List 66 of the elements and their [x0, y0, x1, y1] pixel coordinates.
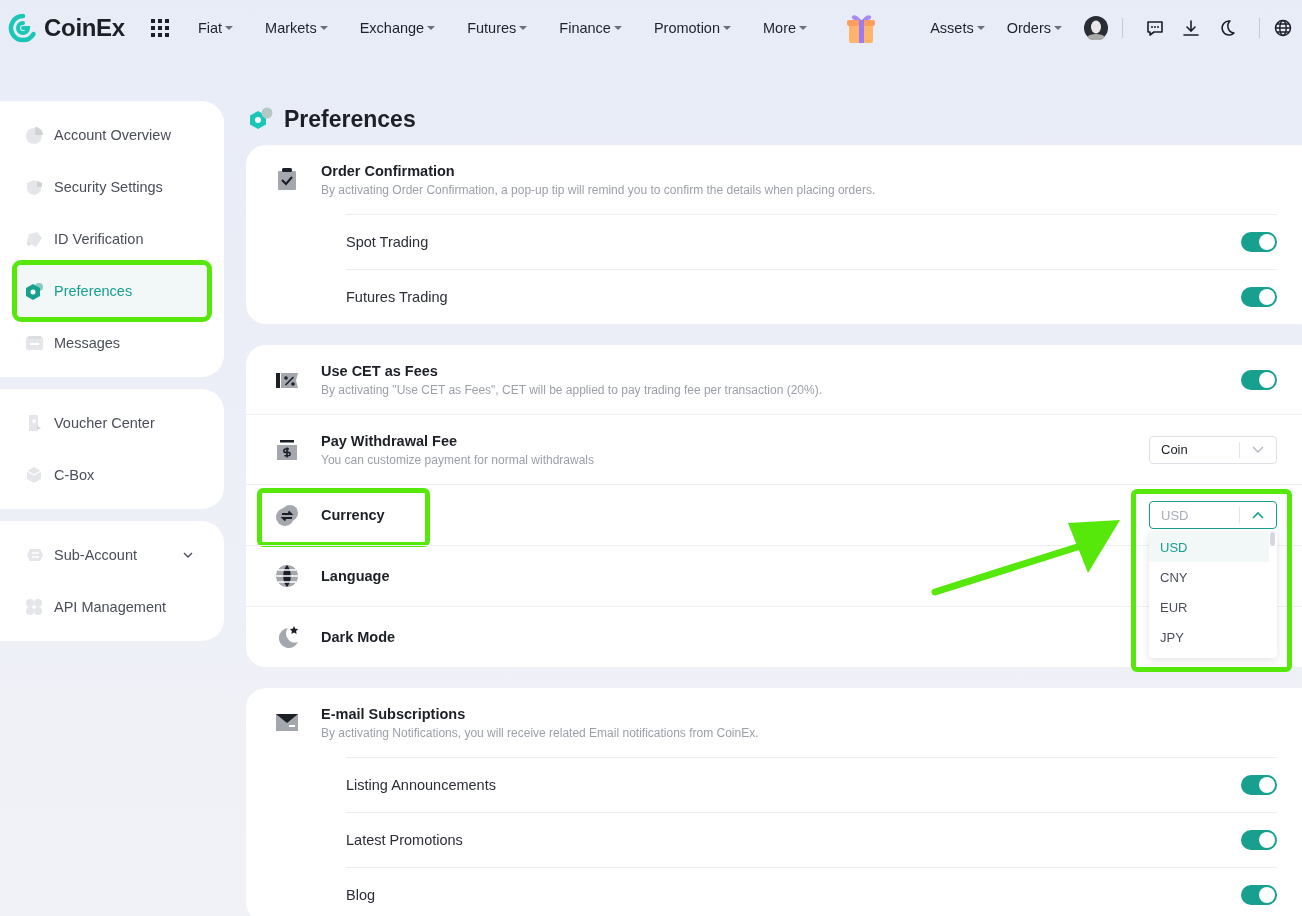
message-icon: [24, 333, 44, 353]
toggle-switch[interactable]: [1241, 830, 1277, 850]
setting-title: Dark Mode: [321, 628, 396, 647]
nav-menu[interactable]: Assets: [930, 20, 985, 36]
chat-icon[interactable]: [1146, 19, 1164, 37]
option-label: Futures Trading: [346, 289, 449, 305]
nav-menu[interactable]: Futures: [467, 20, 528, 36]
exchange-arrows-icon: [275, 503, 299, 527]
clipboard-check-icon: [275, 167, 299, 191]
sidebar-item[interactable]: Account Overview: [17, 109, 207, 161]
avatar-icon[interactable]: [1084, 16, 1108, 40]
chevron-down-icon: [1252, 445, 1264, 454]
setting-title: Pay Withdrawal Fee: [321, 431, 458, 451]
dropdown-option[interactable]: EUR: [1149, 592, 1269, 622]
sidebar-item[interactable]: API Management: [17, 581, 207, 633]
coinex-logo-icon: [8, 13, 38, 43]
setting-title: Language: [321, 567, 390, 586]
dark-mode-icon[interactable]: [1218, 19, 1236, 37]
option-label: Listing Announcements: [346, 777, 497, 793]
toggle-switch[interactable]: [1241, 232, 1277, 252]
toggle-switch[interactable]: [1241, 369, 1277, 390]
setting-title: Currency: [321, 506, 385, 525]
nav-menu[interactable]: Markets: [265, 20, 328, 36]
nav-menu[interactable]: Exchange: [359, 20, 436, 36]
grid-menu-icon[interactable]: [150, 19, 169, 37]
toggle-switch[interactable]: [1241, 885, 1277, 905]
pie-chart-icon: [24, 125, 44, 145]
option-label: Latest Promotions: [346, 832, 464, 848]
page-title: Preferences: [284, 105, 416, 133]
sidebar-item[interactable]: ID Verification: [17, 213, 207, 265]
setting-description: By activating "Use CET as Fees", CET will be applied to pay trading fee per transaction (20%).: [321, 381, 822, 399]
section-title: Order Confirmation: [321, 162, 455, 181]
chevron-up-icon: [1252, 511, 1264, 519]
select-dropdown[interactable]: Coin: [1149, 435, 1277, 464]
nav-menu[interactable]: Finance: [559, 20, 622, 36]
logo-text[interactable]: CoinEx: [44, 14, 125, 42]
sidebar-item[interactable]: Messages: [17, 317, 207, 369]
option-label: Spot Trading: [346, 234, 430, 250]
shield-icon: [24, 177, 44, 197]
sidebar-item[interactable]: Voucher Center: [17, 397, 207, 449]
hexagon-icon: [248, 106, 274, 132]
dollar-box-icon: [275, 437, 299, 462]
sidebar-item[interactable]: C-Box: [17, 449, 207, 501]
api-grid-icon: [24, 597, 44, 617]
setting-description: You can customize payment for normal withdrawals: [321, 451, 595, 469]
sidebar-item[interactable]: Security Settings: [17, 161, 207, 213]
option-label: Blog: [346, 887, 377, 903]
dropdown-option[interactable]: CNY: [1149, 562, 1269, 592]
language-globe-icon[interactable]: [1274, 19, 1292, 37]
box-icon: [24, 465, 44, 485]
globe-icon: [275, 564, 299, 588]
nav-menu[interactable]: Promotion: [653, 20, 731, 36]
dropdown-option[interactable]: JPY: [1149, 622, 1269, 652]
section-description: By activating Order Confirmation, a pop-up tip will remind you to confirm the details when placing orders.: [321, 182, 876, 199]
nav-menu[interactable]: Orders: [1006, 20, 1062, 36]
nav-menu[interactable]: Fiat: [197, 20, 234, 36]
hexagon-icon: [24, 281, 44, 301]
section-description: By activating Notifications, you will receive related Email notifications from CoinEx.: [321, 725, 759, 742]
section-title: E-mail Subscriptions: [321, 705, 466, 724]
setting-title: Use CET as Fees: [321, 361, 438, 381]
nav-menu[interactable]: More: [763, 20, 808, 36]
download-icon[interactable]: [1182, 19, 1200, 37]
toggle-switch[interactable]: [1241, 775, 1277, 795]
sidebar-item[interactable]: Sub-Account: [17, 529, 207, 581]
scrollbar-thumb[interactable]: [1270, 532, 1275, 546]
toggle-switch[interactable]: [1241, 287, 1277, 307]
